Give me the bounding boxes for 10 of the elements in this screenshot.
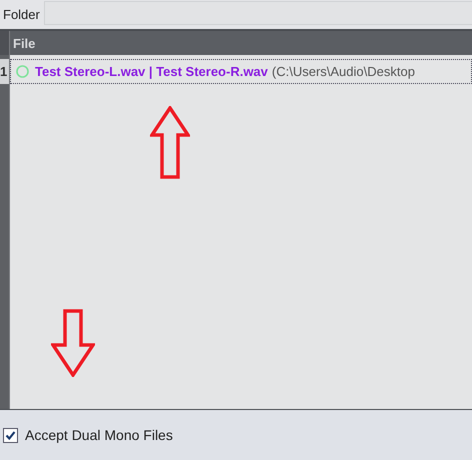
status-ring-icon	[16, 65, 29, 78]
checkbox[interactable]	[3, 428, 18, 442]
folder-label: Folder	[2, 7, 41, 22]
file-name: Test Stereo-L.wav | Test Stereo-R.wav	[35, 64, 268, 79]
column-header[interactable]: File	[10, 31, 472, 55]
row-number: 1	[0, 59, 9, 84]
file-path: (C:\Users\Audio\Desktop	[272, 64, 415, 79]
down-arrow-drawing	[51, 309, 95, 377]
checkbox-label: Accept Dual Mono Files	[25, 427, 173, 443]
file-row[interactable]: Test Stereo-L.wav | Test Stereo-R.wav (C:\Users\Audio\Desktop	[10, 59, 472, 84]
